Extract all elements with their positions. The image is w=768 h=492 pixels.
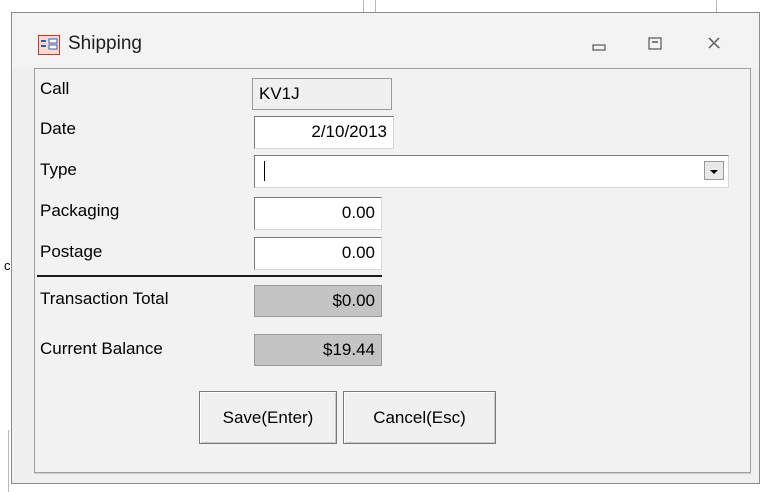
background-divider-3 [716,0,717,12]
maximize-icon[interactable] [642,33,668,55]
title-bar[interactable]: Shipping [12,13,759,67]
call-label: Call [40,79,70,98]
packaging-field[interactable]: 0.00 [254,197,382,230]
current-balance-field: $19.44 [254,334,382,366]
type-label: Type [40,160,77,179]
close-icon[interactable] [701,33,727,55]
background-divider-1 [363,0,364,12]
packaging-label: Packaging [40,201,120,220]
background-divider-4 [8,430,9,492]
postage-field[interactable]: 0.00 [254,237,382,270]
current-balance-label: Current Balance [40,339,163,358]
postage-label: Postage [40,242,103,261]
date-label: Date [40,119,76,138]
call-field: KV1J [252,78,392,110]
transaction-total-label: Transaction Total [40,289,169,308]
total-divider [37,275,382,277]
type-dropdown[interactable] [254,155,729,188]
cancel-button[interactable]: Cancel(Esc) [343,391,496,444]
form-icon [38,35,60,55]
chevron-down-icon[interactable] [704,161,724,180]
save-button[interactable]: Save(Enter) [199,391,337,444]
text-cursor [264,161,265,181]
background-text-stub: c [4,258,11,273]
transaction-total-field: $0.00 [254,285,382,317]
window-title: Shipping [68,33,142,54]
footer-separator [34,473,751,474]
background-divider-2 [375,0,376,12]
minimize-icon[interactable] [586,33,612,55]
date-field[interactable]: 2/10/2013 [254,116,394,149]
